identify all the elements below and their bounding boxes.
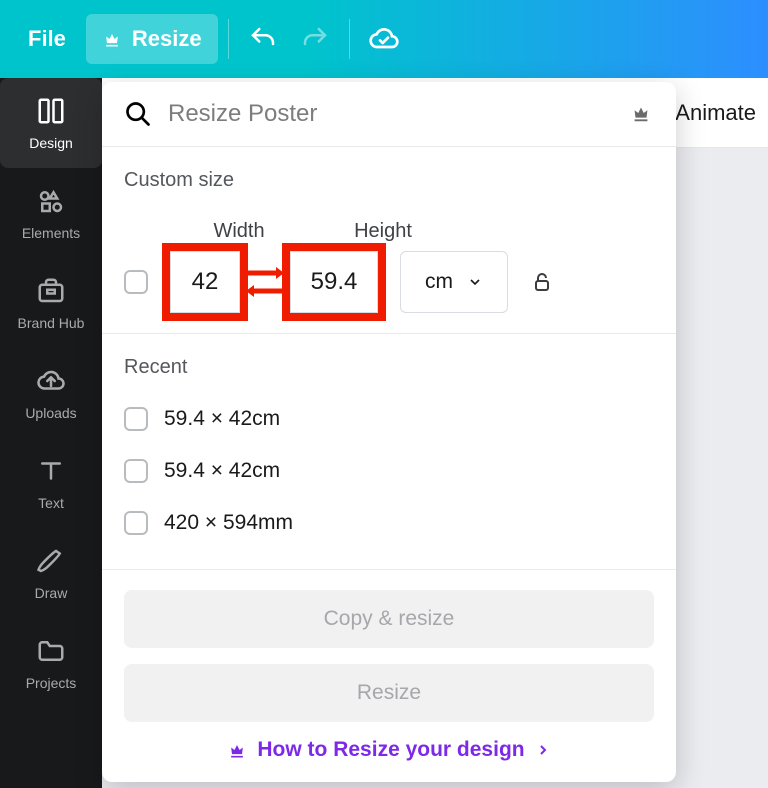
sidebar: Design Elements Brand Hub Uploads Text bbox=[0, 78, 102, 788]
sidebar-item-text[interactable]: Text bbox=[0, 438, 102, 528]
search-icon bbox=[124, 100, 152, 128]
design-icon bbox=[35, 95, 67, 127]
crown-icon bbox=[227, 740, 247, 760]
sidebar-item-label: Draw bbox=[35, 585, 68, 601]
text-icon bbox=[35, 455, 67, 487]
popover-footer: Copy & resize Resize How to Resize your … bbox=[102, 569, 676, 782]
crown-icon bbox=[102, 29, 122, 49]
sidebar-item-uploads[interactable]: Uploads bbox=[0, 348, 102, 438]
swap-dimensions-button[interactable] bbox=[240, 265, 290, 299]
unit-select[interactable]: cm bbox=[400, 251, 508, 313]
elements-icon bbox=[35, 185, 67, 217]
recent-size-label: 59.4 × 42cm bbox=[164, 407, 280, 431]
resize-label: Resize bbox=[132, 26, 202, 52]
chevron-right-icon bbox=[535, 742, 551, 758]
lock-aspect-button[interactable] bbox=[530, 270, 554, 294]
resize-menu[interactable]: Resize bbox=[86, 14, 218, 64]
toolbar-divider bbox=[349, 19, 350, 59]
recent-checkbox[interactable] bbox=[124, 459, 148, 483]
scroll-area[interactable]: Custom size Width Height 42 59.4 cm bbox=[102, 146, 676, 569]
search-row bbox=[102, 82, 676, 146]
brandhub-icon bbox=[35, 275, 67, 307]
help-link-label: How to Resize your design bbox=[257, 738, 524, 762]
top-toolbar: File Resize bbox=[0, 0, 768, 78]
recent-section: Recent 59.4 × 42cm 59.4 × 42cm 420 × 594… bbox=[102, 334, 676, 569]
recent-size-item[interactable]: 59.4 × 42cm bbox=[124, 393, 654, 445]
custom-size-checkbox[interactable] bbox=[124, 270, 148, 294]
search-input[interactable] bbox=[168, 100, 614, 128]
sidebar-item-label: Design bbox=[29, 135, 73, 151]
recent-checkbox[interactable] bbox=[124, 407, 148, 431]
size-row: 42 59.4 cm bbox=[124, 251, 654, 313]
width-input[interactable]: 42 bbox=[170, 251, 240, 313]
custom-size-title: Custom size bbox=[124, 169, 654, 192]
sidebar-item-projects[interactable]: Projects bbox=[0, 618, 102, 708]
unit-label: cm bbox=[425, 270, 453, 294]
recent-size-label: 59.4 × 42cm bbox=[164, 459, 280, 483]
sidebar-item-label: Elements bbox=[22, 225, 80, 241]
redo-button[interactable] bbox=[291, 15, 339, 63]
animate-button[interactable]: Animate bbox=[675, 100, 756, 126]
sidebar-item-brandhub[interactable]: Brand Hub bbox=[0, 258, 102, 348]
sidebar-item-label: Text bbox=[38, 495, 64, 511]
recent-checkbox[interactable] bbox=[124, 511, 148, 535]
resize-button[interactable]: Resize bbox=[124, 664, 654, 722]
copy-resize-button[interactable]: Copy & resize bbox=[124, 590, 654, 648]
sync-status-icon[interactable] bbox=[360, 15, 408, 63]
recent-size-item[interactable]: 59.4 × 42cm bbox=[124, 445, 654, 497]
file-label: File bbox=[28, 26, 66, 52]
sidebar-item-design[interactable]: Design bbox=[0, 78, 102, 168]
custom-size-section: Custom size Width Height 42 59.4 cm bbox=[102, 147, 676, 334]
help-link[interactable]: How to Resize your design bbox=[124, 738, 654, 762]
draw-icon bbox=[35, 545, 67, 577]
recent-title: Recent bbox=[124, 356, 654, 379]
sidebar-item-draw[interactable]: Draw bbox=[0, 528, 102, 618]
file-menu[interactable]: File bbox=[12, 14, 82, 64]
height-input[interactable]: 59.4 bbox=[290, 251, 378, 313]
width-label: Width bbox=[174, 220, 304, 243]
sidebar-item-label: Brand Hub bbox=[18, 315, 85, 331]
toolbar-divider bbox=[228, 19, 229, 59]
uploads-icon bbox=[35, 365, 67, 397]
dimension-labels: Width Height bbox=[124, 220, 654, 243]
crown-icon bbox=[630, 102, 654, 126]
recent-size-label: 420 × 594mm bbox=[164, 511, 293, 535]
sidebar-item-label: Uploads bbox=[25, 405, 76, 421]
resize-popover: Custom size Width Height 42 59.4 cm bbox=[102, 82, 676, 782]
chevron-down-icon bbox=[467, 274, 483, 290]
projects-icon bbox=[35, 635, 67, 667]
sidebar-item-elements[interactable]: Elements bbox=[0, 168, 102, 258]
undo-button[interactable] bbox=[239, 15, 287, 63]
height-label: Height bbox=[318, 220, 448, 243]
sidebar-item-label: Projects bbox=[26, 675, 77, 691]
recent-size-item[interactable]: 420 × 594mm bbox=[124, 497, 654, 549]
